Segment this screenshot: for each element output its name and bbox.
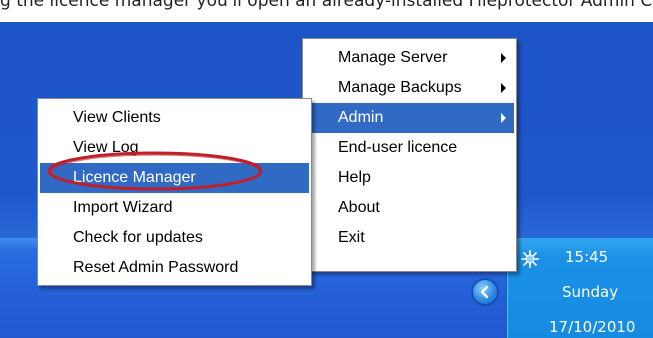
menu-item-label: Licence Manager bbox=[73, 169, 196, 186]
menu-item-end-user-licence[interactable]: End-user licence bbox=[305, 133, 514, 163]
menu-item-label: About bbox=[338, 199, 380, 216]
menu-item-view-log[interactable]: View Log bbox=[40, 133, 309, 163]
admin-submenu: View Clients View Log Licence Manager Im… bbox=[37, 98, 312, 286]
menu-item-label: Import Wizard bbox=[73, 199, 173, 216]
chevron-left-icon bbox=[480, 285, 489, 299]
submenu-arrow-icon bbox=[501, 53, 506, 63]
clock-date[interactable]: 17/10/2010 bbox=[549, 318, 635, 336]
menu-item-exit[interactable]: Exit bbox=[305, 223, 514, 253]
show-hidden-icons-button[interactable] bbox=[472, 279, 498, 305]
menu-item-label: End-user licence bbox=[338, 139, 458, 156]
menu-item-manage-server[interactable]: Manage Server bbox=[305, 43, 514, 73]
menu-item-label: View Log bbox=[73, 139, 139, 156]
clock-time[interactable]: 15:45 bbox=[565, 248, 608, 266]
menu-item-help[interactable]: Help bbox=[305, 163, 514, 193]
menu-item-label: Manage Server bbox=[338, 49, 448, 66]
menu-item-manage-backups[interactable]: Manage Backups bbox=[305, 73, 514, 103]
menu-item-label: Exit bbox=[338, 229, 365, 246]
notification-area: 15:45 Sunday 17/10/2010 bbox=[506, 238, 653, 338]
menu-item-licence-manager[interactable]: Licence Manager bbox=[40, 163, 309, 193]
menu-item-import-wizard[interactable]: Import Wizard bbox=[40, 193, 309, 223]
menu-item-label: Admin bbox=[338, 109, 384, 126]
caption-text: g the licence manager you'll open an alr… bbox=[0, 0, 653, 11]
menu-item-label: Reset Admin Password bbox=[73, 259, 239, 276]
menu-item-label: Manage Backups bbox=[338, 79, 462, 96]
partial-caption-text: g the licence manager you'll open an alr… bbox=[0, 0, 653, 22]
submenu-arrow-icon bbox=[501, 113, 506, 123]
menu-item-about[interactable]: About bbox=[305, 193, 514, 223]
clock-day[interactable]: Sunday bbox=[562, 283, 618, 301]
menu-item-reset-admin-password[interactable]: Reset Admin Password bbox=[40, 253, 309, 283]
submenu-arrow-icon bbox=[501, 83, 506, 93]
app-tray-icon[interactable] bbox=[519, 248, 541, 270]
menu-item-view-clients[interactable]: View Clients bbox=[40, 103, 309, 133]
menu-item-label: View Clients bbox=[73, 109, 161, 126]
menu-item-label: Check for updates bbox=[73, 229, 203, 246]
menu-item-admin[interactable]: Admin bbox=[305, 103, 514, 133]
menu-item-check-for-updates[interactable]: Check for updates bbox=[40, 223, 309, 253]
tray-context-menu: Manage Server Manage Backups Admin End-u… bbox=[302, 38, 517, 272]
menu-item-label: Help bbox=[338, 169, 371, 186]
